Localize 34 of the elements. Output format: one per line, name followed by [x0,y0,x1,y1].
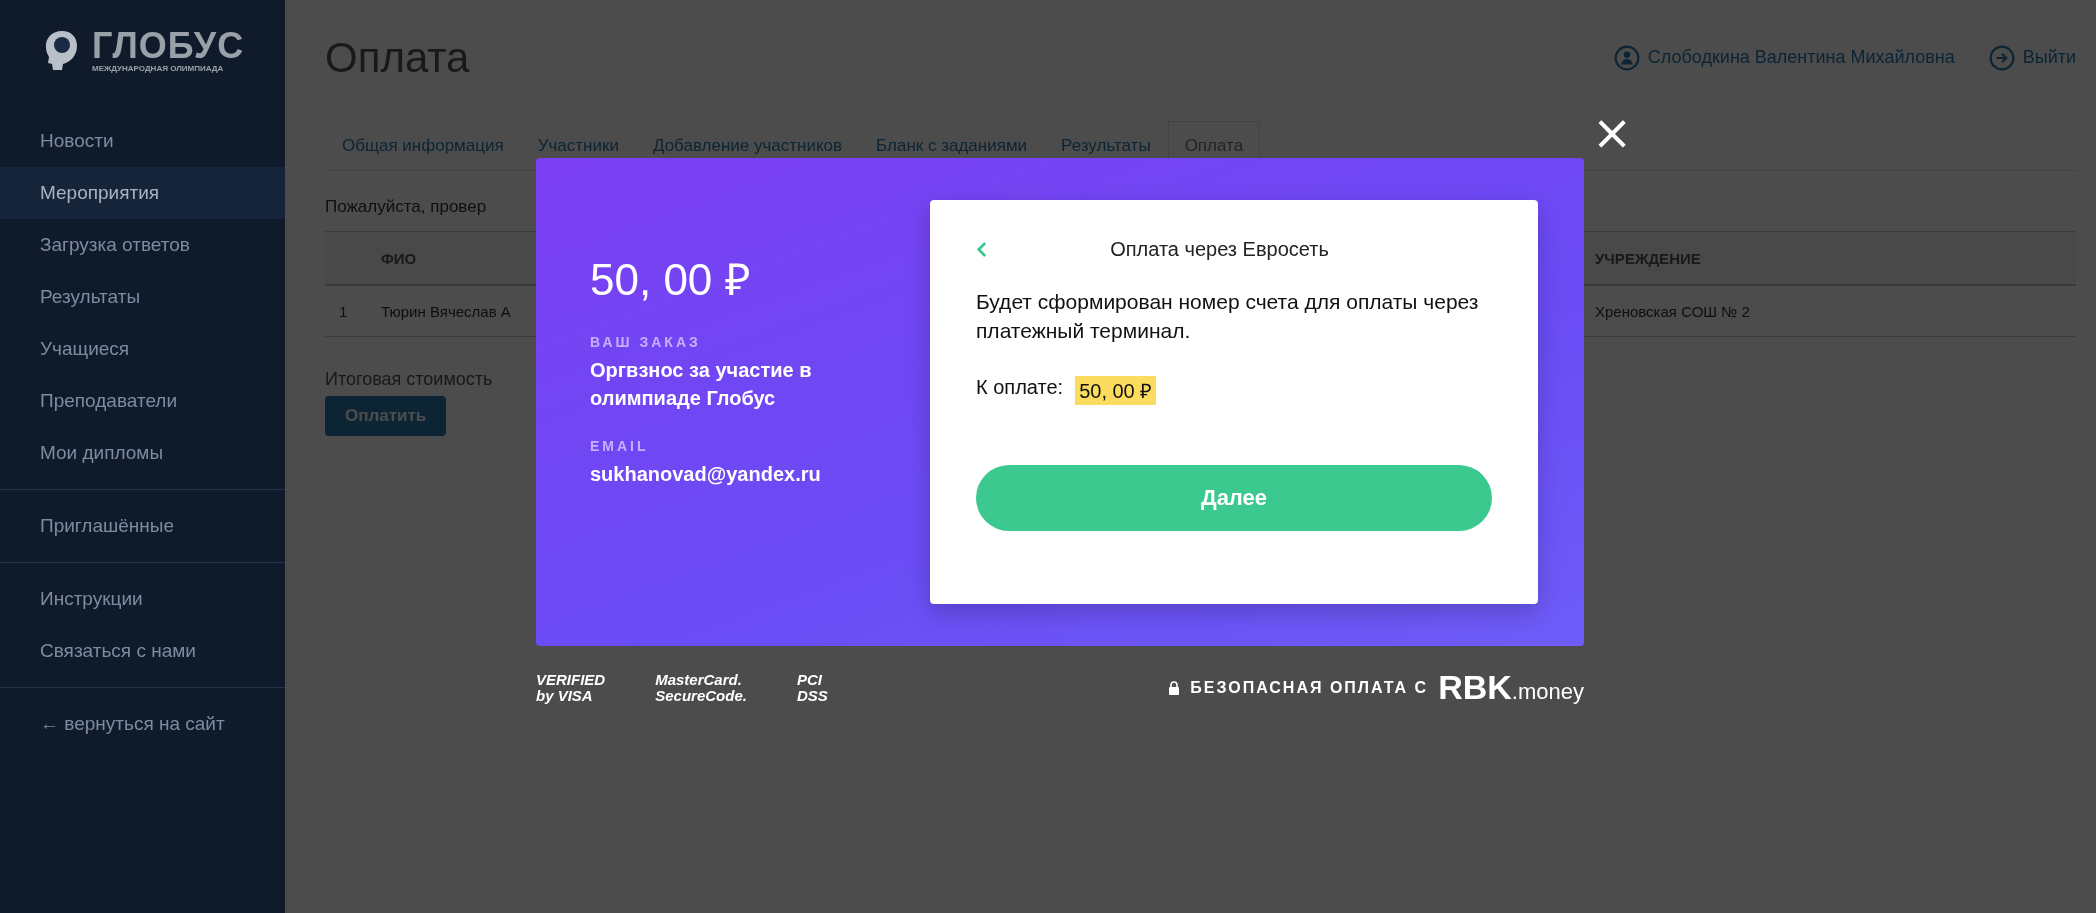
card-title: Оплата через Евросеть [1109,238,1330,261]
security-badge-label: PCI DSS [796,671,828,704]
sidebar-item[interactable]: Учащиеся [0,323,285,375]
close-button[interactable]: × [1592,108,1633,156]
table-cell: Тюрин Вячеслав А [381,302,511,320]
order-description: Оргвзнос за участие в олимпиаде Глобус [590,358,813,411]
security-badge-label: VERIFIED by VISA [536,671,606,704]
order-label: ВАШ ЗАКАЗ [590,334,702,350]
sidebar-item[interactable]: ← вернуться на сайт [0,698,285,750]
sidebar-item[interactable]: Приглашённые [0,500,285,552]
sidebar-item[interactable]: Новости [0,115,285,167]
sidebar-item[interactable]: Загрузка ответов [0,219,285,271]
card-text: Будет сформирован номер счета для оплаты через платежный терминал. [976,289,1480,345]
email-label: EMAIL [590,438,650,454]
logo-tagline: МЕЖДУНАРОДНАЯ ОЛИМПИАДА [92,64,225,73]
sidebar-item[interactable]: Преподаватели [0,375,285,427]
order-amount: 50, 00 ₽ [590,254,752,306]
brand-logo: RBK.money [1438,668,1584,707]
email-value: sukhanovad@yandex.ru [590,462,822,487]
sidebar-item[interactable]: Результаты [0,271,285,323]
notice-text: Пожалуйста, провер [325,197,487,217]
sidebar-item[interactable]: Мои дипломы [0,427,285,479]
table-cell: 1 [339,302,348,320]
sidebar-item[interactable]: Инструкции [0,573,285,625]
table-cell: Хреновская СОШ № 2 [1595,302,1750,320]
secure-payment-text: БЕЗОПАСНАЯ ОПЛАТА С [1190,678,1429,697]
security-badge-label: MasterCard. SecureCode. [655,671,747,704]
due-amount: 50, 00 ₽ [1075,375,1157,405]
lock-icon [1168,680,1181,695]
sidebar-item[interactable]: Мероприятия [0,167,285,219]
due-label: К оплате: [976,375,1064,400]
logo-name: ГЛОБУС [92,28,245,64]
sidebar-item[interactable]: Связаться с нами [0,625,285,677]
back-chevron-icon[interactable] [976,241,987,258]
